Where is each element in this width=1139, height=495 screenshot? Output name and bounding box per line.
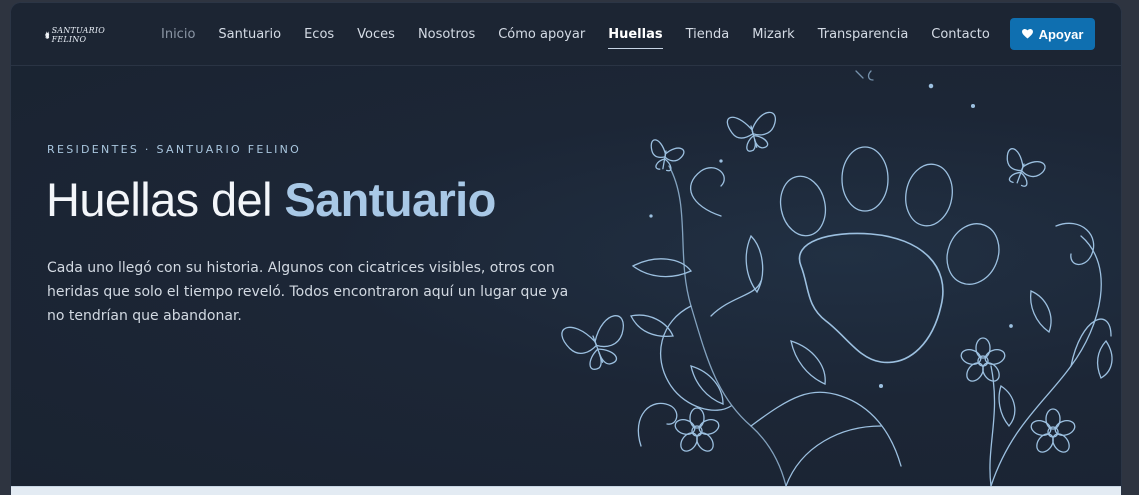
title-plain: Huellas del — [46, 173, 285, 226]
butterfly-top — [726, 111, 776, 152]
top-navigation-bar: SANTUARIO FELINO Inicio Santuario Ecos V… — [11, 3, 1121, 66]
flower-2 — [960, 337, 1006, 382]
nav-item-tienda[interactable]: Tienda — [686, 3, 730, 65]
flower-1 — [674, 407, 720, 452]
paw-toe-3 — [905, 163, 953, 227]
main-nav: Inicio Santuario Ecos Voces Nosotros Cóm… — [161, 3, 1013, 65]
butterfly-large-left — [561, 315, 624, 370]
butterfly-right — [1006, 148, 1046, 187]
nav-item-ecos[interactable]: Ecos — [304, 3, 334, 65]
flower-3 — [1030, 408, 1076, 453]
page-frame: SANTUARIO FELINO Inicio Santuario Ecos V… — [11, 3, 1121, 495]
nav-item-voces[interactable]: Voces — [357, 3, 395, 65]
logo-text-line1: SANTUARIO — [51, 26, 105, 35]
paw-toe-4 — [946, 223, 1000, 285]
page-title: Huellas del Santuario — [46, 172, 496, 227]
hero-section: RESIDENTES · SANTUARIO FELINO Huellas de… — [11, 66, 1121, 486]
next-section-edge — [11, 486, 1121, 495]
nav-item-santuario[interactable]: Santuario — [218, 3, 281, 65]
heart-icon — [1021, 29, 1033, 39]
nav-item-mizark[interactable]: Mizark — [752, 3, 795, 65]
site-logo[interactable]: SANTUARIO FELINO — [45, 17, 105, 53]
cat-logo-icon — [45, 31, 50, 39]
butterfly-left — [650, 139, 685, 172]
nav-item-como-apoyar[interactable]: Cómo apoyar — [498, 3, 585, 65]
paw-main-pad — [798, 232, 944, 364]
paw-butterfly-illustration — [561, 70, 1113, 486]
logo-text-line2: FELINO — [51, 35, 87, 44]
support-button-label: Apoyar — [1038, 26, 1084, 42]
nav-item-contacto[interactable]: Contacto — [931, 3, 990, 65]
nav-item-inicio[interactable]: Inicio — [161, 3, 195, 65]
support-button[interactable]: Apoyar — [1010, 18, 1095, 50]
hero-description: Cada uno llegó con su historia. Algunos … — [47, 260, 569, 324]
paw-toe-2 — [841, 146, 889, 212]
nav-item-nosotros[interactable]: Nosotros — [418, 3, 475, 65]
nav-item-transparencia[interactable]: Transparencia — [818, 3, 909, 65]
title-accent: Santuario — [284, 173, 496, 226]
paw-toe-1 — [779, 175, 827, 237]
hero-eyebrow: RESIDENTES · SANTUARIO FELINO — [47, 143, 302, 156]
nav-item-huellas[interactable]: Huellas — [608, 3, 663, 65]
